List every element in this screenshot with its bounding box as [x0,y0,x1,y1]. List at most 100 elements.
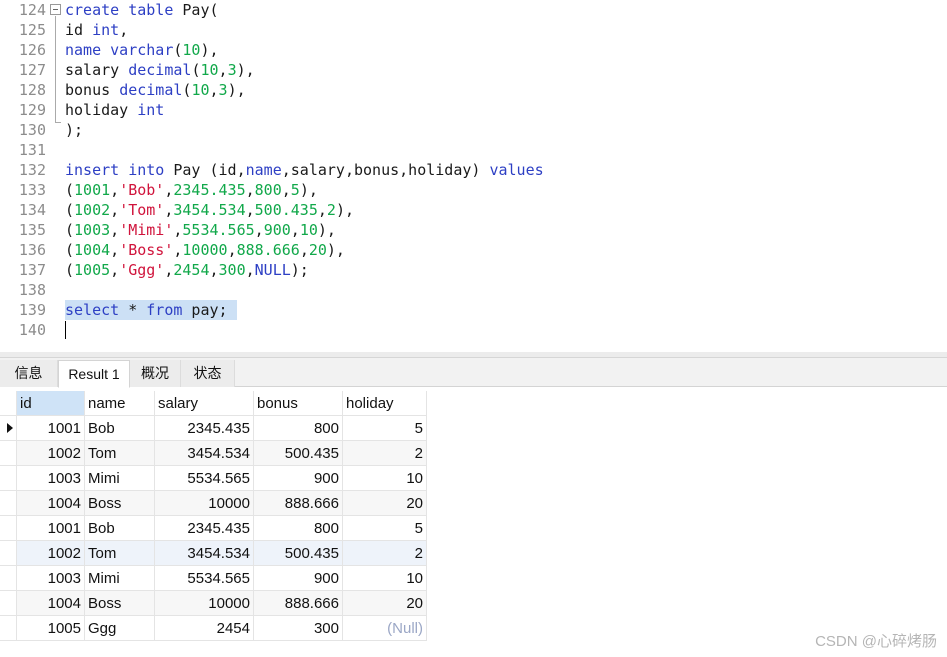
cell-id[interactable]: 1004 [17,591,85,616]
table-row[interactable]: 1004 Boss 10000 888.666 20 [0,591,427,616]
cell-bonus[interactable]: 500.435 [254,441,343,466]
cell-id[interactable]: 1001 [17,416,85,441]
editor-line[interactable]: 137 (1005,'Ggg',2454,300,NULL); [0,260,947,280]
table-row[interactable]: 1002 Tom 3454.534 500.435 2 [0,441,427,466]
editor-line[interactable]: 130); [0,120,947,140]
cell-holiday[interactable]: 20 [343,591,427,616]
row-indicator[interactable] [0,516,17,541]
cell-salary[interactable]: 3454.534 [155,541,254,566]
row-indicator[interactable] [0,491,17,516]
cell-name[interactable]: Boss [85,591,155,616]
editor-line[interactable]: 133 (1001,'Bob',2345.435,800,5), [0,180,947,200]
cell-bonus[interactable]: 500.435 [254,541,343,566]
cell-name[interactable]: Tom [85,441,155,466]
cell-bonus[interactable]: 888.666 [254,591,343,616]
code-token: bonus [65,81,120,99]
cell-bonus[interactable]: 900 [254,566,343,591]
editor-line[interactable]: 125 id int, [0,20,947,40]
table-row[interactable]: 1003 Mimi 5534.565 900 10 [0,466,427,491]
cell-salary[interactable]: 2454 [155,616,254,641]
code-token: 'Bob' [119,181,165,199]
cell-holiday[interactable]: 5 [343,416,427,441]
row-indicator[interactable] [0,566,17,591]
editor-line[interactable]: 129 holiday int [0,100,947,120]
editor-line[interactable]: 140 [0,320,947,340]
row-indicator[interactable] [0,416,17,441]
cell-holiday[interactable]: 10 [343,566,427,591]
cell-id[interactable]: 1002 [17,441,85,466]
cell-holiday[interactable]: 2 [343,441,427,466]
editor-line[interactable]: 136 (1004,'Boss',10000,888.666,20), [0,240,947,260]
row-indicator[interactable] [0,616,17,641]
table-row[interactable]: 1001 Bob 2345.435 800 5 [0,516,427,541]
cell-id[interactable]: 1003 [17,566,85,591]
editor-line[interactable]: 128 bonus decimal(10,3), [0,80,947,100]
column-header-holiday[interactable]: holiday [343,391,427,416]
column-header-bonus[interactable]: bonus [254,391,343,416]
cell-id[interactable]: 1003 [17,466,85,491]
cell-bonus[interactable]: 800 [254,416,343,441]
cell-id[interactable]: 1005 [17,616,85,641]
cell-holiday[interactable]: 20 [343,491,427,516]
cell-bonus[interactable]: 300 [254,616,343,641]
row-indicator[interactable] [0,541,17,566]
sql-editor[interactable]: 124 create table Pay(125 id int, 126 name va… [0,0,947,352]
code-token: , [227,241,237,259]
cell-bonus[interactable]: 900 [254,466,343,491]
row-indicator[interactable] [0,466,17,491]
column-header-salary[interactable]: salary [155,391,254,416]
code-token: 300 [218,261,246,279]
row-indicator[interactable] [0,441,17,466]
cell-id[interactable]: 1001 [17,516,85,541]
cell-salary[interactable]: 5534.565 [155,566,254,591]
cell-holiday[interactable]: (Null) [343,616,427,641]
cell-salary[interactable]: 5534.565 [155,466,254,491]
table-row[interactable]: 1004 Boss 10000 888.666 20 [0,491,427,516]
code-text: (1005,'Ggg',2454,300,NULL); [65,260,309,280]
cell-holiday[interactable]: 2 [343,541,427,566]
code-token: 900 [263,221,291,239]
cell-salary[interactable]: 10000 [155,491,254,516]
cell-bonus[interactable]: 888.666 [254,491,343,516]
cell-salary[interactable]: 3454.534 [155,441,254,466]
editor-line[interactable]: 134 (1002,'Tom',3454.534,500.435,2), [0,200,947,220]
cell-id[interactable]: 1004 [17,491,85,516]
column-header-name[interactable]: name [85,391,155,416]
table-row[interactable]: 1002 Tom 3454.534 500.435 2 [0,541,427,566]
editor-line[interactable]: 127 salary decimal(10,3), [0,60,947,80]
cell-salary[interactable]: 2345.435 [155,416,254,441]
cell-name[interactable]: Bob [85,416,155,441]
table-row[interactable]: 1001 Bob 2345.435 800 5 [0,416,427,441]
column-header-id[interactable]: id [17,391,85,416]
cell-name[interactable]: Ggg [85,616,155,641]
cell-name[interactable]: Tom [85,541,155,566]
code-token: ( [65,241,75,259]
editor-line[interactable]: 132 insert into Pay (id,name,salary,bonus… [0,160,947,180]
cell-salary[interactable]: 10000 [155,591,254,616]
cell-name[interactable]: Mimi [85,466,155,491]
tab-status[interactable]: 状态 [181,360,235,387]
code-token: , [317,201,327,219]
editor-line[interactable]: 131 [0,140,947,160]
tab-overview[interactable]: 概况 [130,360,181,387]
code-text: (1003,'Mimi',5534.565,900,10), [65,220,336,240]
editor-line[interactable]: 138 [0,280,947,300]
tab-info[interactable]: 信息 [0,360,58,387]
editor-line[interactable]: 135 (1003,'Mimi',5534.565,900,10), [0,220,947,240]
table-row[interactable]: 1003 Mimi 5534.565 900 10 [0,566,427,591]
cell-holiday[interactable]: 10 [343,466,427,491]
cell-name[interactable]: Boss [85,491,155,516]
cell-salary[interactable]: 2345.435 [155,516,254,541]
cell-name[interactable]: Bob [85,516,155,541]
line-number: 131 [18,141,46,159]
cell-bonus[interactable]: 800 [254,516,343,541]
table-row[interactable]: 1005 Ggg 2454 300 (Null) [0,616,427,641]
cell-name[interactable]: Mimi [85,566,155,591]
tab-result-1[interactable]: Result 1 [58,360,130,388]
editor-line[interactable]: 126 name varchar(10), [0,40,947,60]
editor-line[interactable]: 139 select * from pay; [0,300,947,320]
cell-holiday[interactable]: 5 [343,516,427,541]
cell-id[interactable]: 1002 [17,541,85,566]
row-indicator[interactable] [0,591,17,616]
editor-line[interactable]: 124 create table Pay( [0,0,947,20]
